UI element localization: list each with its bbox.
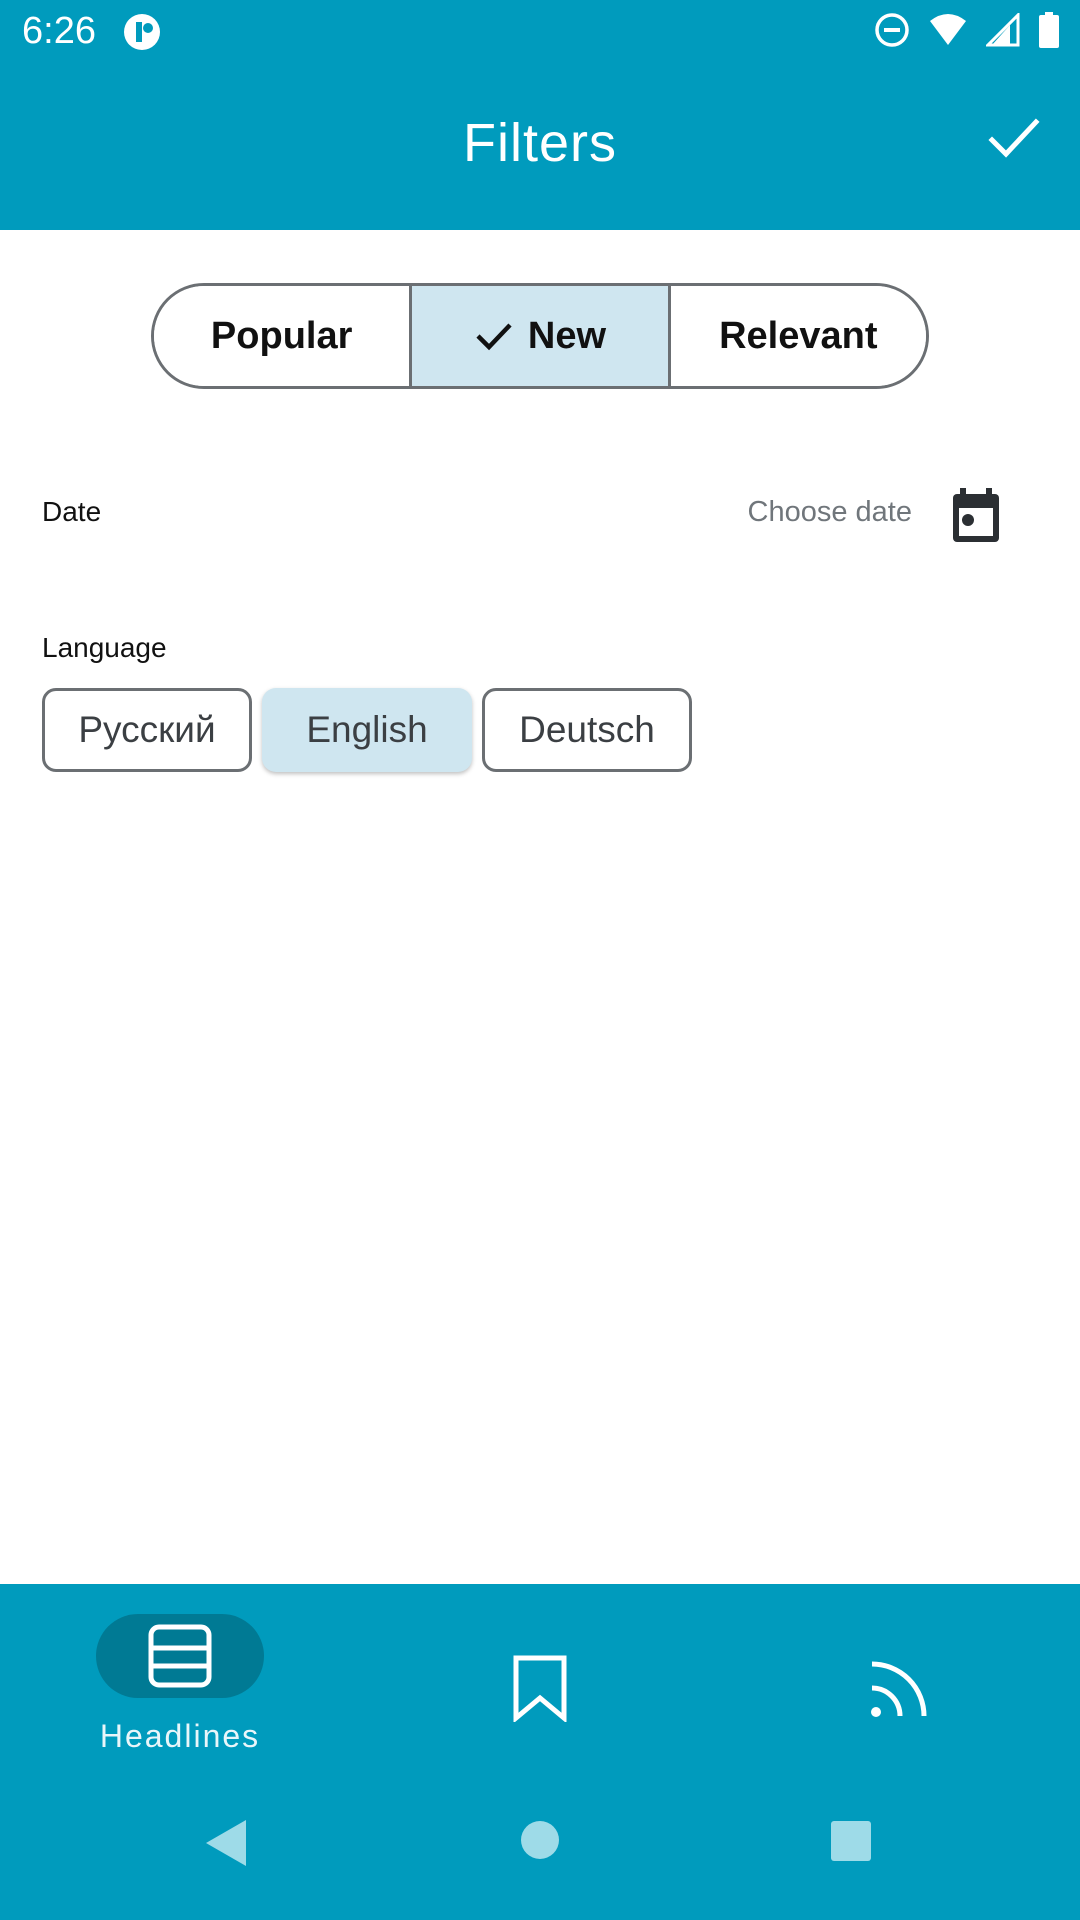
language-chip-russian[interactable]: Русский (42, 688, 252, 772)
date-picker-value[interactable]: Choose date (748, 496, 912, 529)
sort-option-label: New (527, 314, 607, 357)
rss-feed-icon (871, 1661, 927, 1717)
top-app-bar: 6:26 Filters (0, 0, 1080, 230)
language-chip-deutsch[interactable]: Deutsch (482, 688, 692, 772)
status-time: 6:26 (22, 10, 96, 52)
app-notification-icon (124, 14, 160, 50)
status-icons (874, 12, 1060, 48)
nav-icon-container (456, 1646, 624, 1730)
nav-item-bookmarks[interactable] (430, 1614, 650, 1730)
sort-segmented-control: Popular New Relevant (151, 283, 929, 389)
cell-signal-icon (986, 13, 1020, 47)
nav-label: Headlines (99, 1718, 261, 1754)
filters-screen: 6:26 Filters Popular New Relevant Date C… (0, 0, 1080, 1920)
sort-option-label: Relevant (719, 314, 878, 357)
chip-label: Deutsch (519, 709, 655, 750)
sort-option-popular[interactable]: Popular (154, 286, 410, 386)
nav-item-headlines[interactable]: Headlines (70, 1614, 290, 1755)
chip-label: Русский (78, 709, 216, 750)
headlines-icon (148, 1624, 212, 1688)
sort-option-relevant[interactable]: Relevant (667, 286, 926, 386)
language-label: Language (42, 632, 167, 663)
home-icon[interactable] (520, 1820, 560, 1860)
sort-option-new[interactable]: New (409, 286, 668, 386)
check-icon[interactable] (984, 108, 1044, 168)
back-icon[interactable] (204, 1818, 250, 1868)
system-navigation-bar (0, 1818, 1080, 1898)
battery-icon (1039, 12, 1059, 48)
wifi-icon (930, 14, 966, 45)
page-title: Filters (463, 113, 617, 173)
sort-option-label: Popular (210, 314, 353, 357)
nav-item-feeds[interactable] (790, 1614, 1010, 1730)
nav-icon-container (816, 1646, 984, 1730)
bottom-navigation: Headlines (0, 1584, 1080, 1920)
language-chip-group: Русский English Deutsch (42, 688, 692, 772)
calendar-icon[interactable] (950, 488, 1002, 544)
do-not-disturb-icon (875, 13, 909, 47)
nav-active-indicator (96, 1614, 264, 1698)
date-label: Date (42, 496, 102, 527)
check-icon (476, 323, 512, 351)
chip-label: English (306, 709, 428, 750)
bookmark-icon (513, 1655, 567, 1722)
recents-icon[interactable] (830, 1820, 872, 1862)
language-chip-english[interactable]: English (262, 688, 472, 772)
